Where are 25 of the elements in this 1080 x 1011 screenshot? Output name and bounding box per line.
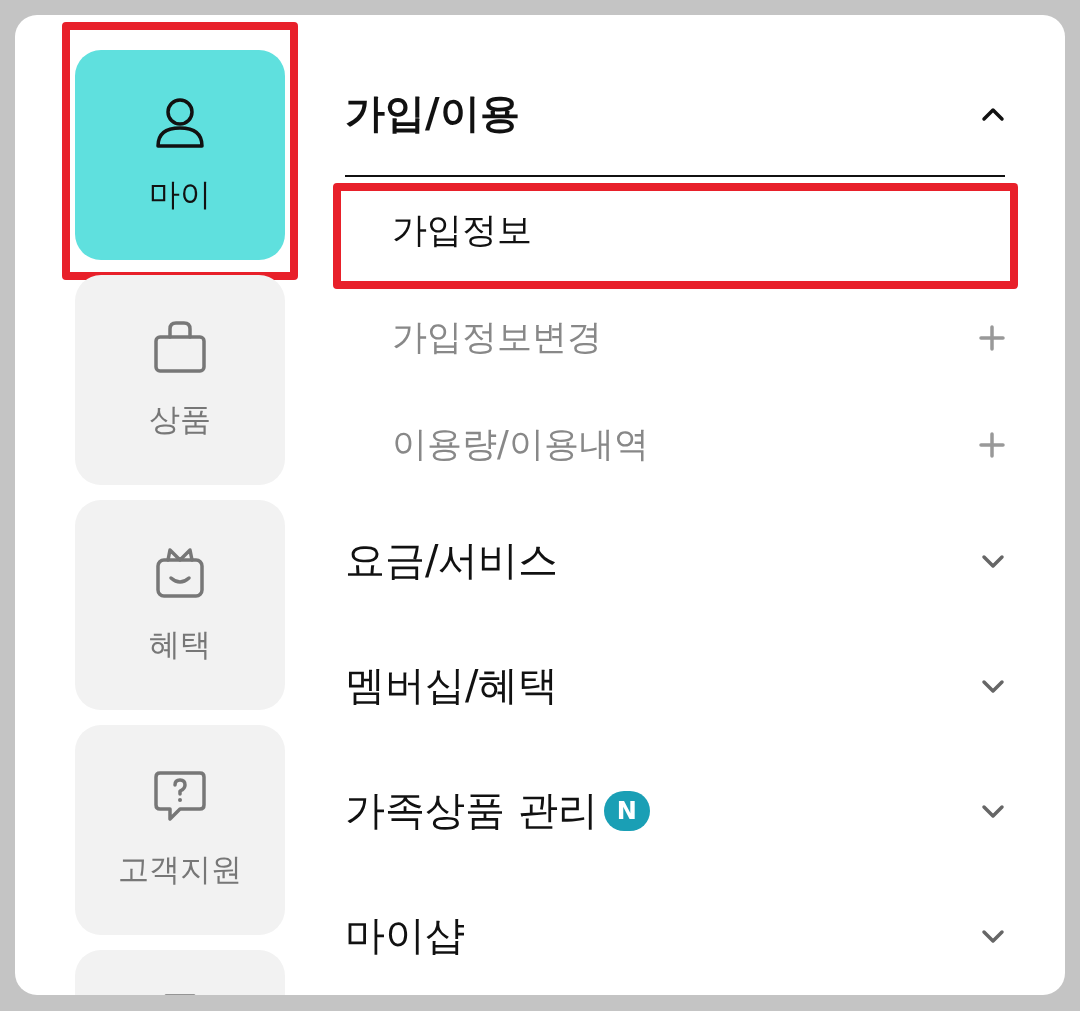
section-title: 마이샵 xyxy=(345,911,465,960)
chevron-down-icon[interactable] xyxy=(981,552,1005,569)
sidebar-tab[interactable]: 상품 xyxy=(75,275,285,485)
section-header[interactable]: 멤버십/혜택 xyxy=(345,623,1005,748)
sidebar-tab[interactable]: 고객지원 xyxy=(75,725,285,935)
section-header[interactable]: 요금/서비스 xyxy=(345,498,1005,623)
section-title: 가입/이용 xyxy=(345,89,520,138)
chevron-down-icon[interactable] xyxy=(981,802,1005,819)
chevron-up-icon[interactable] xyxy=(981,105,1005,122)
sidebar-tab[interactable]: 혜택 xyxy=(75,500,285,710)
section-title: 가족상품 관리 xyxy=(345,786,598,835)
chevron-down-icon[interactable] xyxy=(981,677,1005,694)
submenu-item[interactable]: 가입정보변경 xyxy=(345,284,1005,391)
section-header[interactable]: 마이샵 xyxy=(345,873,1005,995)
sidebar-tab[interactable]: 마이 xyxy=(75,50,285,260)
new-badge: N xyxy=(603,790,650,831)
submenu-item[interactable]: 이용량/이용내역 xyxy=(345,391,1005,498)
plus-icon[interactable] xyxy=(979,431,1005,458)
chevron-down-icon[interactable] xyxy=(981,927,1005,944)
section-header[interactable]: 가족상품 관리 N xyxy=(345,748,1005,873)
plus-icon[interactable] xyxy=(979,324,1005,351)
section-header[interactable]: 가입/이용 xyxy=(345,52,1005,177)
submenu-item[interactable]: 가입정보 xyxy=(345,177,1005,284)
section-title: 멤버십/혜택 xyxy=(345,661,559,710)
section-title: 요금/서비스 xyxy=(345,536,559,585)
